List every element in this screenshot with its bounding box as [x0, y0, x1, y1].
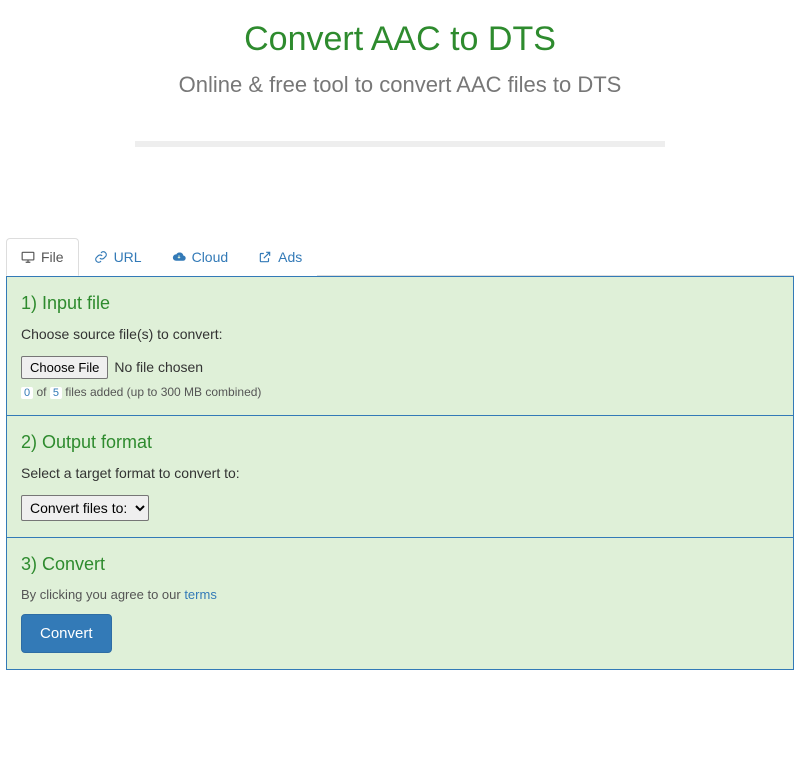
- step1-desc: Choose source file(s) to convert:: [21, 326, 779, 342]
- panel-output-format: 2) Output format Select a target format …: [7, 416, 793, 538]
- tab-cloud[interactable]: Cloud: [157, 238, 244, 276]
- tab-url[interactable]: URL: [79, 238, 157, 276]
- panel-convert: 3) Convert By clicking you agree to our …: [7, 538, 793, 669]
- step2-desc: Select a target format to convert to:: [21, 465, 779, 481]
- step2-heading: 2) Output format: [21, 432, 779, 453]
- external-link-icon: [258, 250, 272, 264]
- file-count-current: 0: [21, 387, 33, 399]
- file-count-note: 0 of 5 files added (up to 300 MB combine…: [21, 385, 779, 399]
- convert-button[interactable]: Convert: [21, 614, 112, 653]
- panel-input-file: 1) Input file Choose source file(s) to c…: [7, 277, 793, 416]
- monitor-icon: [21, 250, 35, 264]
- file-status-text: No file chosen: [114, 359, 203, 375]
- wizard-panels: 1) Input file Choose source file(s) to c…: [6, 276, 794, 670]
- link-icon: [94, 250, 108, 264]
- page-title: Convert AAC to DTS: [6, 20, 794, 59]
- tab-ads-label: Ads: [278, 249, 302, 265]
- step3-heading: 3) Convert: [21, 554, 779, 575]
- tab-cloud-label: Cloud: [192, 249, 229, 265]
- tab-file-label: File: [41, 249, 64, 265]
- tab-file[interactable]: File: [6, 238, 79, 276]
- output-format-select[interactable]: Convert files to:: [21, 495, 149, 521]
- file-count-max: 5: [50, 387, 62, 399]
- page-subtitle: Online & free tool to convert AAC files …: [140, 69, 660, 101]
- terms-link[interactable]: terms: [184, 587, 217, 602]
- terms-line: By clicking you agree to our terms: [21, 587, 779, 602]
- choose-file-button[interactable]: Choose File: [21, 356, 108, 379]
- tab-ads[interactable]: Ads: [243, 238, 317, 276]
- tab-url-label: URL: [114, 249, 142, 265]
- source-tabs: File URL Cloud Ads: [6, 237, 794, 276]
- cloud-download-icon: [172, 250, 186, 264]
- step1-heading: 1) Input file: [21, 293, 779, 314]
